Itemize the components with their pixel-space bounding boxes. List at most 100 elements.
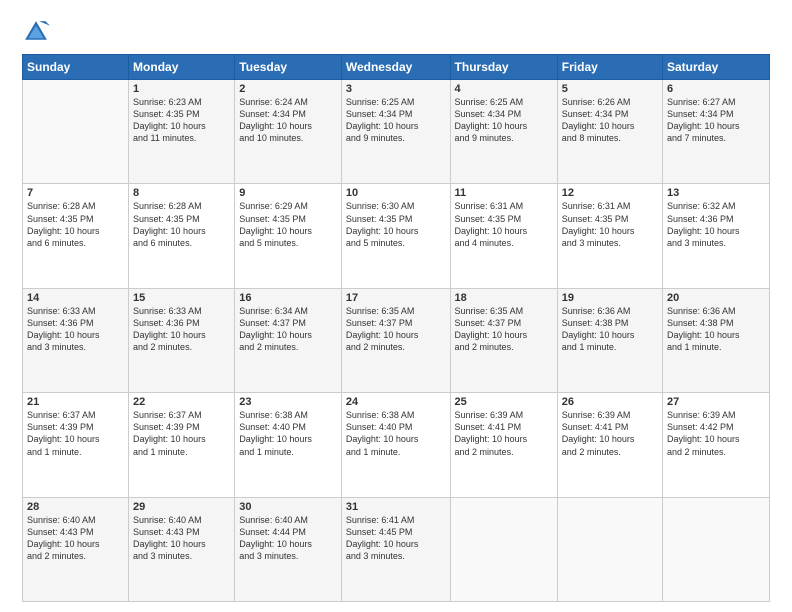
calendar-cell: 4Sunrise: 6:25 AM Sunset: 4:34 PM Daylig… [450, 80, 557, 184]
calendar-cell: 8Sunrise: 6:28 AM Sunset: 4:35 PM Daylig… [129, 184, 235, 288]
day-info: Sunrise: 6:40 AM Sunset: 4:43 PM Dayligh… [133, 514, 230, 563]
day-info: Sunrise: 6:33 AM Sunset: 4:36 PM Dayligh… [27, 305, 124, 354]
day-info: Sunrise: 6:41 AM Sunset: 4:45 PM Dayligh… [346, 514, 446, 563]
day-number: 29 [133, 501, 230, 513]
calendar-cell [557, 497, 662, 601]
day-info: Sunrise: 6:28 AM Sunset: 4:35 PM Dayligh… [27, 200, 124, 249]
day-number: 26 [562, 396, 658, 408]
day-number: 28 [27, 501, 124, 513]
calendar-week-row: 28Sunrise: 6:40 AM Sunset: 4:43 PM Dayli… [23, 497, 770, 601]
col-header-tuesday: Tuesday [235, 55, 342, 80]
calendar-page: SundayMondayTuesdayWednesdayThursdayFrid… [0, 0, 792, 612]
day-number: 3 [346, 83, 446, 95]
day-info: Sunrise: 6:37 AM Sunset: 4:39 PM Dayligh… [133, 409, 230, 458]
day-number: 11 [455, 187, 553, 199]
day-info: Sunrise: 6:31 AM Sunset: 4:35 PM Dayligh… [562, 200, 658, 249]
day-number: 25 [455, 396, 553, 408]
calendar-cell: 16Sunrise: 6:34 AM Sunset: 4:37 PM Dayli… [235, 288, 342, 392]
day-info: Sunrise: 6:23 AM Sunset: 4:35 PM Dayligh… [133, 96, 230, 145]
calendar-table: SundayMondayTuesdayWednesdayThursdayFrid… [22, 54, 770, 602]
day-number: 1 [133, 83, 230, 95]
day-info: Sunrise: 6:39 AM Sunset: 4:41 PM Dayligh… [455, 409, 553, 458]
calendar-cell: 13Sunrise: 6:32 AM Sunset: 4:36 PM Dayli… [663, 184, 770, 288]
day-number: 23 [239, 396, 337, 408]
day-number: 7 [27, 187, 124, 199]
day-info: Sunrise: 6:38 AM Sunset: 4:40 PM Dayligh… [346, 409, 446, 458]
calendar-cell [23, 80, 129, 184]
calendar-cell: 25Sunrise: 6:39 AM Sunset: 4:41 PM Dayli… [450, 393, 557, 497]
day-number: 18 [455, 292, 553, 304]
calendar-cell: 30Sunrise: 6:40 AM Sunset: 4:44 PM Dayli… [235, 497, 342, 601]
day-number: 5 [562, 83, 658, 95]
day-info: Sunrise: 6:30 AM Sunset: 4:35 PM Dayligh… [346, 200, 446, 249]
day-number: 31 [346, 501, 446, 513]
day-info: Sunrise: 6:25 AM Sunset: 4:34 PM Dayligh… [455, 96, 553, 145]
calendar-cell: 23Sunrise: 6:38 AM Sunset: 4:40 PM Dayli… [235, 393, 342, 497]
calendar-cell: 5Sunrise: 6:26 AM Sunset: 4:34 PM Daylig… [557, 80, 662, 184]
calendar-cell: 19Sunrise: 6:36 AM Sunset: 4:38 PM Dayli… [557, 288, 662, 392]
col-header-saturday: Saturday [663, 55, 770, 80]
col-header-sunday: Sunday [23, 55, 129, 80]
calendar-cell: 20Sunrise: 6:36 AM Sunset: 4:38 PM Dayli… [663, 288, 770, 392]
day-info: Sunrise: 6:40 AM Sunset: 4:43 PM Dayligh… [27, 514, 124, 563]
day-number: 24 [346, 396, 446, 408]
calendar-cell: 26Sunrise: 6:39 AM Sunset: 4:41 PM Dayli… [557, 393, 662, 497]
day-info: Sunrise: 6:28 AM Sunset: 4:35 PM Dayligh… [133, 200, 230, 249]
calendar-cell: 24Sunrise: 6:38 AM Sunset: 4:40 PM Dayli… [341, 393, 450, 497]
day-info: Sunrise: 6:24 AM Sunset: 4:34 PM Dayligh… [239, 96, 337, 145]
calendar-cell: 11Sunrise: 6:31 AM Sunset: 4:35 PM Dayli… [450, 184, 557, 288]
day-info: Sunrise: 6:35 AM Sunset: 4:37 PM Dayligh… [346, 305, 446, 354]
calendar-cell: 10Sunrise: 6:30 AM Sunset: 4:35 PM Dayli… [341, 184, 450, 288]
calendar-week-row: 1Sunrise: 6:23 AM Sunset: 4:35 PM Daylig… [23, 80, 770, 184]
day-info: Sunrise: 6:27 AM Sunset: 4:34 PM Dayligh… [667, 96, 765, 145]
day-number: 22 [133, 396, 230, 408]
day-info: Sunrise: 6:39 AM Sunset: 4:41 PM Dayligh… [562, 409, 658, 458]
day-info: Sunrise: 6:31 AM Sunset: 4:35 PM Dayligh… [455, 200, 553, 249]
day-info: Sunrise: 6:33 AM Sunset: 4:36 PM Dayligh… [133, 305, 230, 354]
day-info: Sunrise: 6:34 AM Sunset: 4:37 PM Dayligh… [239, 305, 337, 354]
day-number: 2 [239, 83, 337, 95]
day-info: Sunrise: 6:36 AM Sunset: 4:38 PM Dayligh… [667, 305, 765, 354]
day-number: 10 [346, 187, 446, 199]
day-number: 8 [133, 187, 230, 199]
calendar-cell: 2Sunrise: 6:24 AM Sunset: 4:34 PM Daylig… [235, 80, 342, 184]
day-info: Sunrise: 6:37 AM Sunset: 4:39 PM Dayligh… [27, 409, 124, 458]
col-header-monday: Monday [129, 55, 235, 80]
calendar-cell: 3Sunrise: 6:25 AM Sunset: 4:34 PM Daylig… [341, 80, 450, 184]
calendar-cell: 6Sunrise: 6:27 AM Sunset: 4:34 PM Daylig… [663, 80, 770, 184]
calendar-cell: 1Sunrise: 6:23 AM Sunset: 4:35 PM Daylig… [129, 80, 235, 184]
day-number: 13 [667, 187, 765, 199]
calendar-cell: 12Sunrise: 6:31 AM Sunset: 4:35 PM Dayli… [557, 184, 662, 288]
calendar-cell: 9Sunrise: 6:29 AM Sunset: 4:35 PM Daylig… [235, 184, 342, 288]
header [22, 18, 770, 46]
calendar-cell: 31Sunrise: 6:41 AM Sunset: 4:45 PM Dayli… [341, 497, 450, 601]
day-info: Sunrise: 6:38 AM Sunset: 4:40 PM Dayligh… [239, 409, 337, 458]
calendar-cell: 27Sunrise: 6:39 AM Sunset: 4:42 PM Dayli… [663, 393, 770, 497]
day-number: 27 [667, 396, 765, 408]
day-number: 30 [239, 501, 337, 513]
col-header-wednesday: Wednesday [341, 55, 450, 80]
day-info: Sunrise: 6:35 AM Sunset: 4:37 PM Dayligh… [455, 305, 553, 354]
day-info: Sunrise: 6:32 AM Sunset: 4:36 PM Dayligh… [667, 200, 765, 249]
day-number: 21 [27, 396, 124, 408]
calendar-cell: 14Sunrise: 6:33 AM Sunset: 4:36 PM Dayli… [23, 288, 129, 392]
calendar-cell: 18Sunrise: 6:35 AM Sunset: 4:37 PM Dayli… [450, 288, 557, 392]
calendar-week-row: 7Sunrise: 6:28 AM Sunset: 4:35 PM Daylig… [23, 184, 770, 288]
calendar-cell [663, 497, 770, 601]
col-header-friday: Friday [557, 55, 662, 80]
day-number: 14 [27, 292, 124, 304]
col-header-thursday: Thursday [450, 55, 557, 80]
logo-icon [22, 18, 50, 46]
calendar-cell: 21Sunrise: 6:37 AM Sunset: 4:39 PM Dayli… [23, 393, 129, 497]
calendar-header-row: SundayMondayTuesdayWednesdayThursdayFrid… [23, 55, 770, 80]
day-info: Sunrise: 6:39 AM Sunset: 4:42 PM Dayligh… [667, 409, 765, 458]
day-info: Sunrise: 6:29 AM Sunset: 4:35 PM Dayligh… [239, 200, 337, 249]
day-number: 6 [667, 83, 765, 95]
calendar-week-row: 21Sunrise: 6:37 AM Sunset: 4:39 PM Dayli… [23, 393, 770, 497]
calendar-cell: 15Sunrise: 6:33 AM Sunset: 4:36 PM Dayli… [129, 288, 235, 392]
calendar-week-row: 14Sunrise: 6:33 AM Sunset: 4:36 PM Dayli… [23, 288, 770, 392]
day-number: 20 [667, 292, 765, 304]
calendar-cell: 28Sunrise: 6:40 AM Sunset: 4:43 PM Dayli… [23, 497, 129, 601]
day-info: Sunrise: 6:36 AM Sunset: 4:38 PM Dayligh… [562, 305, 658, 354]
day-number: 4 [455, 83, 553, 95]
